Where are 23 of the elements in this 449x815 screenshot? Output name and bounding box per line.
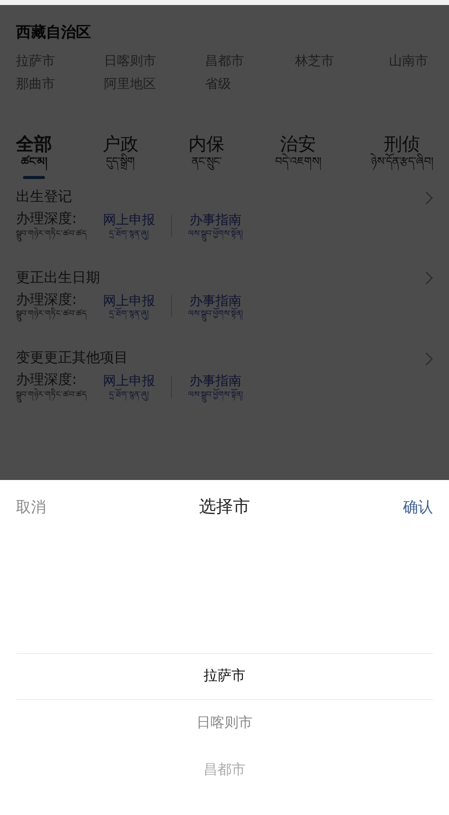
online-apply-link[interactable]: 网上申报 <box>103 374 155 390</box>
depth-label: 办理深度: <box>16 212 78 228</box>
category-tab[interactable]: 户政 དུད་སྒྲིག <box>102 134 138 168</box>
online-apply-link[interactable]: 网上申报 <box>103 294 155 310</box>
depth-label: 办理深度: <box>16 373 78 388</box>
picker-option[interactable]: 拉萨市 <box>16 653 433 700</box>
picker-title: 选择市 <box>199 496 250 519</box>
picker-option[interactable]: 日喀则市 <box>16 700 433 747</box>
online-apply-link[interactable]: 网上申报 <box>103 213 155 230</box>
online-apply-tibetan: དྲ་ཐོག་སྙན་ཞུ། <box>108 309 150 320</box>
picker-option[interactable]: 昌都市 <box>16 747 433 794</box>
service-title: 更正出生日期 <box>16 268 100 288</box>
category-tab[interactable]: 刑侦 ཉེས་དོན་རྩད་ཞིབ། <box>371 134 433 168</box>
online-apply-tibetan: དྲ་ཐོག་སྙན་ཞུ། <box>108 390 150 400</box>
cancel-button[interactable]: 取消 <box>16 496 46 519</box>
online-apply-tibetan: དྲ་ཐོག་སྙན་ཞུ། <box>108 229 150 239</box>
service-title: 出生登记 <box>16 188 72 208</box>
region-title: 西藏自治区 <box>16 22 92 43</box>
service-title: 变更更正其他项目 <box>16 349 128 368</box>
category-tab[interactable]: 治安 བདེ་འཇགས། <box>274 134 321 168</box>
category-tab[interactable]: 全部 ཚང་མ། <box>16 134 52 168</box>
confirm-button[interactable]: 确认 <box>403 496 433 519</box>
category-tab[interactable]: 内保 ནང་སྲུང་ <box>188 134 224 168</box>
